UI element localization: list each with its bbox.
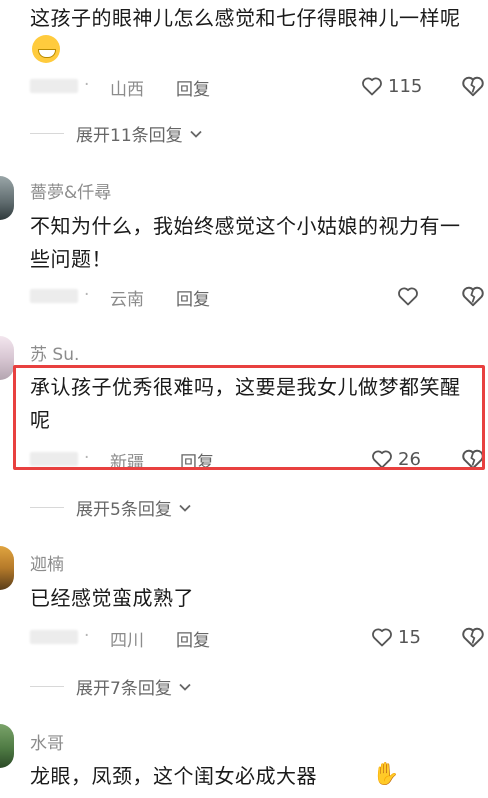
expand-replies-button[interactable]: 展开7条回复 [30, 674, 192, 699]
expand-replies-button[interactable]: 展开5条回复 [30, 495, 192, 520]
separator-dot: · [84, 626, 90, 646]
divider-line [30, 507, 64, 508]
username[interactable]: 苏 Su. [30, 340, 79, 365]
avatar[interactable] [0, 724, 14, 768]
highlight-box [13, 365, 485, 470]
avatar[interactable] [0, 176, 14, 220]
heart-outline-icon [398, 287, 418, 306]
location-label: 云南 [110, 290, 144, 310]
blurred-username [30, 630, 78, 644]
broken-heart-icon[interactable] [460, 624, 486, 650]
clap-emoji-icon: ✋ [372, 762, 400, 787]
blurred-username [30, 79, 78, 93]
separator-dot: · [84, 285, 90, 305]
comment-text: 龙眼，凤颈，这个闺女必成大器 [30, 764, 317, 788]
like-button[interactable]: 15 [370, 622, 421, 652]
username[interactable]: 迦楠 [30, 550, 64, 575]
divider-line [30, 133, 64, 134]
avatar[interactable] [0, 546, 14, 590]
username[interactable]: 水哥 [30, 729, 64, 754]
comment-text: 已经感觉蛮成熟了 [30, 586, 194, 610]
expand-label: 展开11条回复 [76, 126, 183, 146]
separator-dot: · [84, 75, 90, 95]
comment-text: 这孩子的眼神儿怎么感觉和七仔得眼神儿一样呢 [30, 2, 475, 68]
comment-text: 不知为什么，我始终感觉这个小姑娘的视力有一些问题！ [30, 214, 461, 271]
chevron-down-icon [179, 683, 191, 691]
heart-outline-icon [372, 628, 392, 647]
avatar[interactable] [0, 336, 14, 380]
reply-button[interactable]: 回复 [176, 626, 210, 651]
expand-replies-button[interactable]: 展开11条回复 [30, 121, 203, 146]
like-count: 115 [388, 75, 423, 97]
heart-outline-icon [362, 77, 382, 96]
reply-button[interactable]: 回复 [176, 285, 210, 310]
broken-heart-icon[interactable] [460, 283, 486, 309]
comment-meta: · 四川 回复 15 [30, 622, 488, 652]
location-label: 山西 [110, 80, 144, 100]
username[interactable]: 薔夢&仟尋 [30, 178, 111, 203]
expand-label: 展开7条回复 [76, 679, 172, 699]
blurred-username [30, 289, 78, 303]
grin-emoji-icon [32, 35, 60, 63]
reply-button[interactable]: 回复 [176, 75, 210, 100]
comment-meta: · 山西 回复 115 [30, 71, 488, 101]
like-button[interactable]: 115 [360, 71, 422, 101]
chevron-down-icon [179, 504, 191, 512]
like-button[interactable] [396, 281, 420, 311]
like-count: 15 [398, 626, 421, 648]
location-label: 四川 [110, 631, 144, 651]
expand-label: 展开5条回复 [76, 500, 172, 520]
broken-heart-icon[interactable] [460, 73, 486, 99]
comment-meta: · 云南 回复 [30, 281, 488, 311]
chevron-down-icon [190, 130, 202, 138]
divider-line [30, 686, 64, 687]
